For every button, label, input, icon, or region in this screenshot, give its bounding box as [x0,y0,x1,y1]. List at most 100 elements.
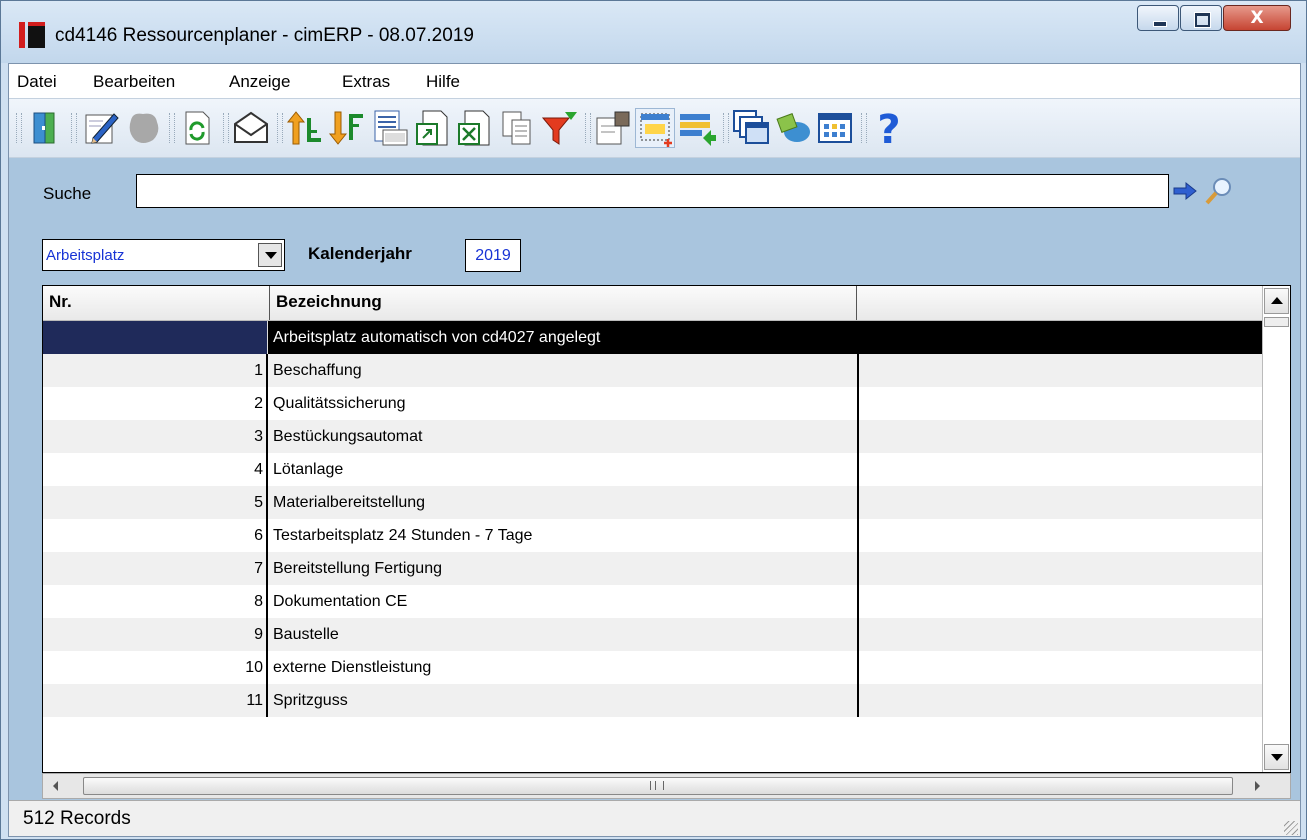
menu-extras[interactable]: Extras [342,72,390,92]
cell-nr: 1 [43,354,268,387]
cell-nr: 11 [43,684,268,717]
scroll-left-icon[interactable] [53,781,58,791]
scroll-up-icon[interactable] [1264,288,1289,314]
scroll-thumb[interactable] [1264,317,1289,327]
table-row[interactable]: 7 Bereitstellung Fertigung [43,552,1262,585]
table-row[interactable]: Arbeitsplatz automatisch von cd4027 ange… [43,321,1262,354]
transfer-icon [680,114,716,146]
table-row[interactable]: 10 externe Dienstleistung [43,651,1262,684]
export-button[interactable] [413,108,453,148]
toolbar-separator [277,113,283,143]
year-field[interactable]: 2019 [465,239,521,272]
table-header: Nr. Bezeichnung [43,286,1262,321]
insert-icon [640,113,672,147]
column-divider [857,486,859,519]
scroll-thumb[interactable] [83,777,1233,795]
copy-icon [502,111,531,145]
cell-bezeichnung: Dokumentation CE [273,593,408,610]
help-icon: ? [877,107,900,153]
column-divider [857,618,859,651]
resource-button[interactable] [773,108,813,148]
window-title: cd4146 Ressourcenplaner - cimERP - 08.07… [55,25,474,46]
column-header-bezeichnung[interactable]: Bezeichnung [270,286,857,320]
edit-button[interactable] [81,108,121,148]
delete-button[interactable] [123,108,163,148]
sort-descending-icon [328,111,363,145]
table-row[interactable]: 5 Materialbereitstellung [43,486,1262,519]
sort-descending-button[interactable] [327,108,367,148]
table-row[interactable]: 6 Testarbeitsplatz 24 Stunden - 7 Tage [43,519,1262,552]
toolbar-separator [169,113,175,143]
table-row[interactable]: 11 Spritzguss [43,684,1262,717]
scroll-down-icon[interactable] [1264,744,1289,770]
cell-nr: 7 [43,552,268,585]
windows-button[interactable] [731,108,771,148]
cell-bezeichnung: Lötanlage [273,461,344,478]
cell-bezeichnung: Baustelle [273,626,339,643]
delete-icon [129,113,159,143]
excel-export-button[interactable] [455,108,495,148]
exit-icon [33,112,55,144]
scroll-right-icon[interactable] [1255,781,1260,791]
cell-nr [43,321,268,354]
vertical-scrollbar[interactable] [1262,286,1290,772]
numbered-list-button[interactable] [369,108,409,148]
column-header-empty[interactable] [857,286,1262,320]
year-label: Kalenderjahr [308,244,412,263]
column-divider [857,651,859,684]
copy-button[interactable] [497,108,537,148]
table-row[interactable]: 3 Bestückungsautomat [43,420,1262,453]
insert-button[interactable] [635,108,675,148]
table-row[interactable]: 8 Dokumentation CE [43,585,1262,618]
menu-bearbeiten[interactable]: Bearbeiten [93,72,175,92]
refresh-button[interactable] [177,108,217,148]
excel-export-icon [458,110,490,146]
filter-button[interactable] [539,108,579,148]
exit-button[interactable] [25,108,65,148]
toolbar-separator [16,113,22,143]
transfer-button[interactable] [677,108,717,148]
resource-type-select[interactable]: Arbeitsplatz [42,239,285,271]
cell-bezeichnung: Arbeitsplatz automatisch von cd4027 ange… [273,329,601,346]
search-bar: Suche [33,170,1273,212]
search-input[interactable] [136,174,1169,208]
column-header-nr[interactable]: Nr. [43,286,270,320]
table-row[interactable]: 4 Lötanlage [43,453,1262,486]
cell-bezeichnung: Bereitstellung Fertigung [273,560,442,577]
windows-icon [733,110,769,144]
cell-nr: 6 [43,519,268,552]
maximize-button[interactable] [1180,5,1222,31]
record-count: 512 Records [23,808,131,829]
table-row[interactable]: 9 Baustelle [43,618,1262,651]
column-divider [857,453,859,486]
help-button[interactable]: ? [869,107,909,153]
menu-hilfe[interactable]: Hilfe [426,72,460,92]
client-area: Datei Bearbeiten Anzeige Extras Hilfe ? … [8,63,1301,837]
table-row[interactable]: 1 Beschaffung [43,354,1262,387]
menu-anzeige[interactable]: Anzeige [229,72,290,92]
sort-ascending-button[interactable] [285,108,325,148]
horizontal-scrollbar[interactable] [42,773,1291,799]
minimize-button[interactable] [1137,5,1179,31]
sort-ascending-icon [286,111,321,145]
search-icon[interactable] [1204,176,1234,206]
cell-nr: 9 [43,618,268,651]
svg-text:?: ? [877,108,900,148]
cell-bezeichnung: Testarbeitsplatz 24 Stunden - 7 Tage [273,527,533,544]
calendar-button[interactable] [815,108,855,148]
filter-icon [541,112,577,145]
menu-datei[interactable]: Datei [17,72,57,92]
chevron-down-icon[interactable] [258,243,282,267]
cell-bezeichnung: Qualitätssicherung [273,395,406,412]
mail-button[interactable] [231,108,271,148]
title-bar[interactable]: cd4146 Ressourcenplaner - cimERP - 08.07… [1,1,1306,63]
arrow-right-icon[interactable] [1172,181,1200,201]
resize-grip-icon[interactable] [1284,821,1298,835]
properties-button[interactable] [593,108,633,148]
close-button[interactable]: X [1223,5,1291,31]
menu-bar: Datei Bearbeiten Anzeige Extras Hilfe [9,64,1300,98]
table-row[interactable]: 2 Qualitätssicherung [43,387,1262,420]
cell-bezeichnung: externe Dienstleistung [273,659,432,676]
numbered-list-icon [374,110,408,146]
resource-icon [776,113,810,142]
